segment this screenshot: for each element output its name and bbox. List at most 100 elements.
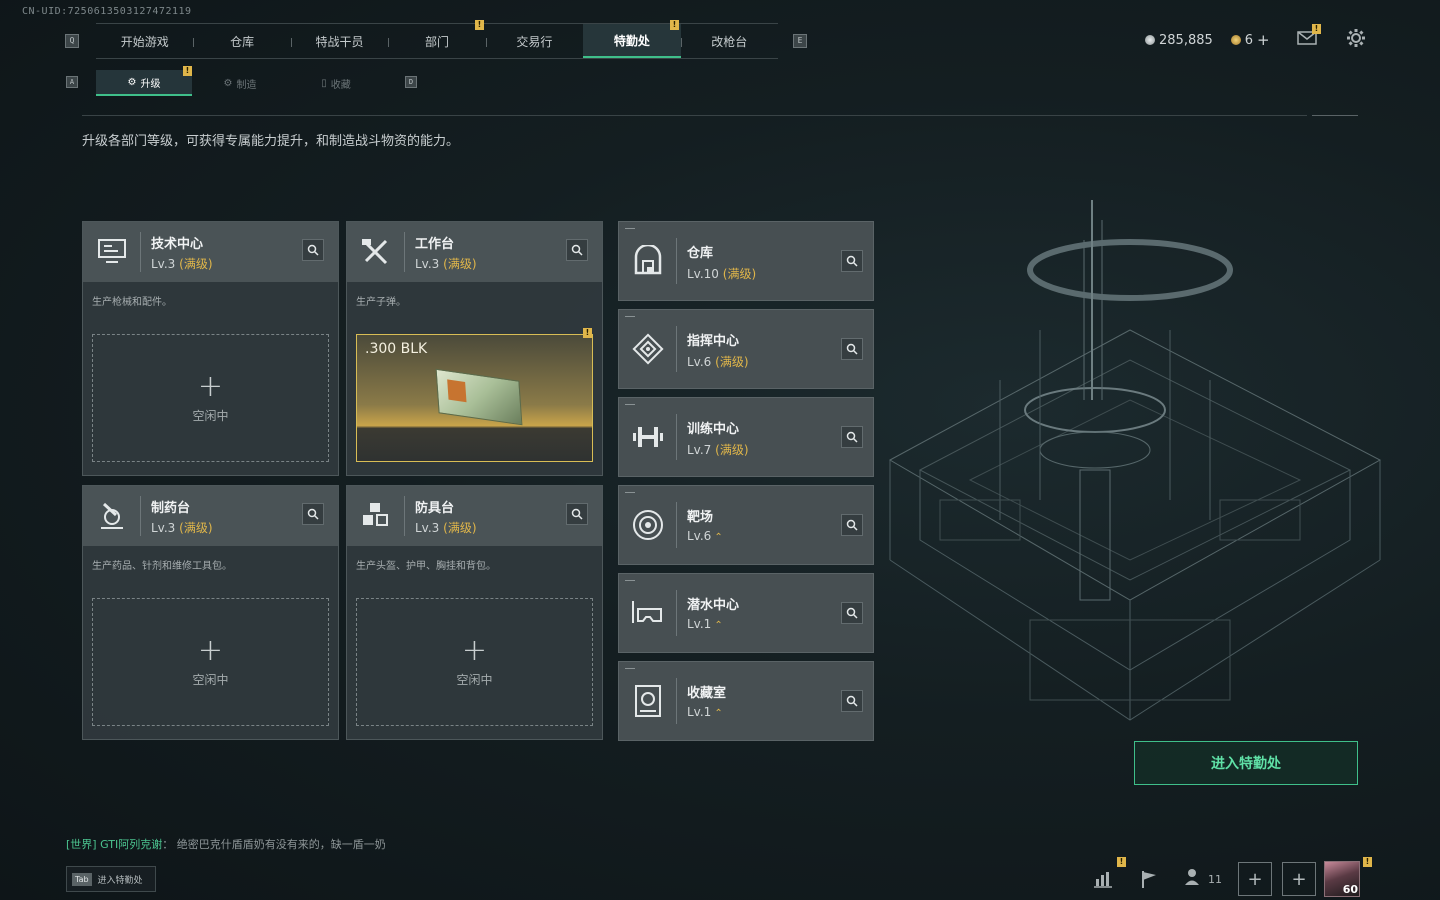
armor-bench-idle-slot[interactable]: + 空闲中 <box>356 598 593 726</box>
chat-separator: ： <box>162 838 174 851</box>
training-center-search-button[interactable] <box>841 426 863 448</box>
subtab-upgrade-label: 升级 <box>140 78 161 90</box>
a-key-hint[interactable]: A <box>66 76 78 88</box>
tech-center-search-button[interactable] <box>302 239 324 261</box>
tech-center-level: Lv.3 (满级) <box>151 256 213 271</box>
pharmacy-search-button[interactable] <box>302 503 324 525</box>
search-icon <box>846 431 858 443</box>
header-divider <box>82 115 1307 116</box>
facility-training-center[interactable]: 训练中心 Lv.7 (满级) <box>618 397 874 477</box>
facility-collection-room[interactable]: 收藏室 Lv.1 ⌃ <box>618 661 874 741</box>
warehouse-name: 仓库 <box>687 246 714 261</box>
tech-center-icon <box>83 232 141 272</box>
friends-count: 11 <box>1208 872 1222 886</box>
pharmacy-level: Lv.3 (满级) <box>151 520 213 535</box>
tech-center-header: 技术中心 Lv.3 (满级) <box>83 222 338 282</box>
settings-gear-icon[interactable] <box>1346 28 1366 48</box>
facility-shooting-range[interactable]: 靶场 Lv.6 ⌃ <box>618 485 874 565</box>
workbench-badge: ! <box>583 328 592 338</box>
warehouse-level: Lv.10 (满级) <box>687 267 757 281</box>
special-ops-badge: ! <box>670 20 679 30</box>
shooting-range-search-button[interactable] <box>841 514 863 536</box>
add-teammate-button-2[interactable]: + <box>1282 862 1316 896</box>
stats-badge: ! <box>1117 857 1126 867</box>
tech-center-card: 技术中心 Lv.3 (满级) 生产枪械和配件。 + 空闲中 <box>82 221 339 476</box>
upgrade-icon: ⚙ <box>127 76 137 88</box>
subtab-craft-label: 制造 <box>236 79 257 91</box>
ticket-icon <box>1230 35 1241 45</box>
plus-icon: + <box>197 632 224 668</box>
friends-icon <box>1184 868 1204 890</box>
diving-center-level: Lv.1 ⌃ <box>687 617 723 631</box>
armor-bench-name: 防具台 <box>415 500 455 516</box>
stats-chart-icon[interactable] <box>1086 862 1120 896</box>
collection-room-search-button[interactable] <box>841 690 863 712</box>
tab-departments[interactable]: 部门 <box>388 24 485 58</box>
world-chat-line[interactable]: [世界] GTI阿列克谢： 绝密巴克什盾盾奶有没有来的，缺一盾一奶 <box>66 836 386 852</box>
enter-special-ops-button[interactable]: 进入特勤处 <box>1134 741 1358 785</box>
facility-command-center[interactable]: 指挥中心 Lv.6 (满级) <box>618 309 874 389</box>
ticket-amount: 6 <box>1244 32 1254 48</box>
search-icon <box>307 508 319 520</box>
d-key-hint[interactable]: D <box>405 76 417 88</box>
ammo-box-icon <box>435 368 523 426</box>
training-center-icon <box>619 414 677 460</box>
upgrade-arrow-icon: ⌃ <box>714 708 723 719</box>
tab-operators[interactable]: 特战干员 <box>290 24 388 58</box>
subtab-upgrade[interactable]: ⚙ 升级 <box>96 70 192 96</box>
subtab-craft[interactable]: ⚙ 制造 <box>192 70 288 96</box>
shooting-range-name: 靶场 <box>687 510 714 525</box>
diving-center-search-button[interactable] <box>841 602 863 624</box>
subtab-collection-label: 收藏 <box>330 79 351 91</box>
warehouse-search-button[interactable] <box>841 250 863 272</box>
diving-center-icon <box>619 590 677 636</box>
workbench-icon <box>347 232 405 272</box>
workbench-header: 工作台 Lv.3 (满级) <box>347 222 602 282</box>
tab-start-game[interactable]: 开始游戏 <box>96 24 193 58</box>
armor-bench-icon <box>347 496 405 536</box>
facility-diving-center[interactable]: 潜水中心 Lv.1 ⌃ <box>618 573 874 653</box>
search-icon <box>307 244 319 256</box>
departments-badge: ! <box>475 20 484 30</box>
tab-enter-hint[interactable]: Tab 进入特勤处 <box>66 866 156 892</box>
workbench-search-button[interactable] <box>566 239 588 261</box>
subtab-collection[interactable]: ▯ 收藏 <box>288 70 384 96</box>
friends-button[interactable]: 11 <box>1178 862 1228 896</box>
tab-gunsmith[interactable]: 改枪台 <box>680 24 778 58</box>
q-key-hint[interactable]: Q <box>65 34 79 48</box>
workbench-production-slot[interactable]: .300 BLK <box>356 334 593 462</box>
armor-bench-header: 防具台 Lv.3 (满级) <box>347 486 602 546</box>
chat-channel: [世界] <box>66 838 97 851</box>
idle-label: 空闲中 <box>192 408 229 423</box>
search-icon <box>846 343 858 355</box>
craft-icon: ⚙ <box>223 77 233 89</box>
command-center-search-button[interactable] <box>841 338 863 360</box>
pharmacy-name: 制药台 <box>151 500 191 516</box>
workbench-name: 工作台 <box>415 236 455 252</box>
tech-center-idle-slot[interactable]: + 空闲中 <box>92 334 329 462</box>
flag-icon[interactable] <box>1132 862 1166 896</box>
add-currency-button[interactable]: + <box>1257 31 1270 49</box>
armor-bench-desc: 生产头盔、护甲、胸挂和背包。 <box>356 561 496 572</box>
armor-bench-search-button[interactable] <box>566 503 588 525</box>
workbench-level: Lv.3 (满级) <box>415 256 477 271</box>
search-icon <box>846 255 858 267</box>
e-key-hint[interactable]: E <box>793 34 807 48</box>
tech-center-name: 技术中心 <box>151 236 204 252</box>
page-description: 升级各部门等级，可获得专属能力提升，和制造战斗物资的能力。 <box>82 134 460 149</box>
coin-icon <box>1145 35 1155 45</box>
pharmacy-idle-slot[interactable]: + 空闲中 <box>92 598 329 726</box>
tab-market[interactable]: 交易行 <box>485 24 583 58</box>
bottom-toolbar: 11 + + 60 <box>1086 861 1360 897</box>
tab-warehouse[interactable]: 仓库 <box>193 24 290 58</box>
collection-icon: ▯ <box>321 77 327 89</box>
sub-nav: ⚙ 升级 ⚙ 制造 ▯ 收藏 <box>96 70 384 96</box>
facility-warehouse[interactable]: 仓库 Lv.10 (满级) <box>618 221 874 301</box>
player-avatar[interactable]: 60 <box>1324 861 1360 897</box>
tab-special-ops[interactable]: 特勤处 <box>583 24 681 58</box>
chat-sender[interactable]: GTI阿列克谢 <box>100 838 162 851</box>
command-center-name: 指挥中心 <box>687 334 740 349</box>
add-teammate-button[interactable]: + <box>1238 862 1272 896</box>
search-icon <box>571 244 583 256</box>
pharmacy-card: 制药台 Lv.3 (满级) 生产药品、针剂和维修工具包。 + 空闲中 <box>82 485 339 740</box>
